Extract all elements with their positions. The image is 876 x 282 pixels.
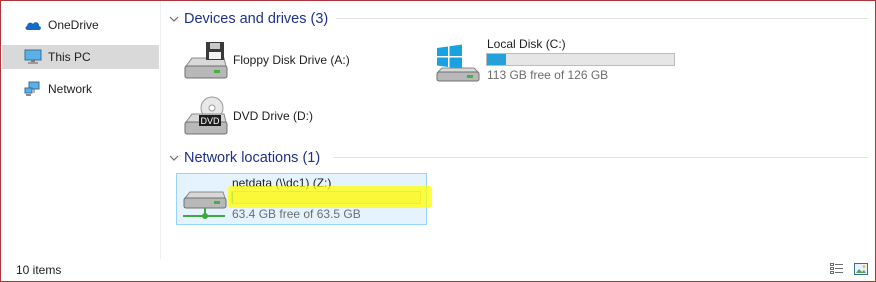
drive-usage-bar: [486, 53, 675, 66]
drive-usage-fill: [487, 54, 507, 65]
group-divider: [336, 18, 868, 19]
sidebar-item-onedrive[interactable]: OneDrive: [2, 13, 159, 37]
sidebar-item-this-pc[interactable]: This PC: [2, 45, 159, 69]
group-title: Network locations (1): [184, 150, 321, 166]
large-icons-view-icon[interactable]: [853, 262, 869, 276]
pane-divider[interactable]: [160, 1, 161, 259]
sidebar-item-label: OneDrive: [48, 18, 99, 32]
windows-drive-icon: [434, 42, 482, 85]
highlight-annotation: [228, 186, 432, 208]
drive-floppy[interactable]: Floppy Disk Drive (A:): [180, 38, 410, 82]
drive-dvd[interactable]: DVD DVD Drive (D:): [180, 94, 410, 138]
details-view-icon[interactable]: [829, 262, 845, 276]
item-count: 10 items: [16, 263, 62, 277]
network-drive-icon: [179, 186, 229, 225]
navigation-pane: OneDrive This PC Network: [1, 1, 160, 259]
chevron-down-icon[interactable]: [168, 13, 180, 25]
drive-free-space: 63.4 GB free of 63.5 GB: [232, 207, 361, 221]
group-title: Devices and drives (3): [184, 11, 329, 27]
computer-icon: [24, 49, 42, 65]
sidebar-item-label: This PC: [48, 50, 91, 64]
floppy-drive-icon: [182, 40, 228, 85]
drive-name: Local Disk (C:): [487, 37, 566, 51]
drive-name: DVD Drive (D:): [233, 109, 313, 123]
network-icon: [24, 81, 42, 97]
drive-name: Floppy Disk Drive (A:): [233, 53, 350, 67]
drive-local-c[interactable]: Local Disk (C:) 113 GB free of 126 GB: [432, 36, 682, 84]
group-header-devices[interactable]: Devices and drives (3): [168, 9, 328, 29]
drive-free-space: 113 GB free of 126 GB: [487, 68, 609, 82]
group-divider: [333, 157, 868, 158]
sidebar-item-network[interactable]: Network: [2, 77, 159, 101]
dvd-drive-icon: DVD: [182, 96, 228, 141]
status-bar: 10 items: [1, 259, 875, 281]
group-header-network[interactable]: Network locations (1): [168, 148, 320, 168]
dvd-badge: DVD: [200, 116, 220, 126]
onedrive-icon: [24, 17, 42, 33]
chevron-down-icon[interactable]: [168, 152, 180, 164]
sidebar-item-label: Network: [48, 82, 93, 96]
